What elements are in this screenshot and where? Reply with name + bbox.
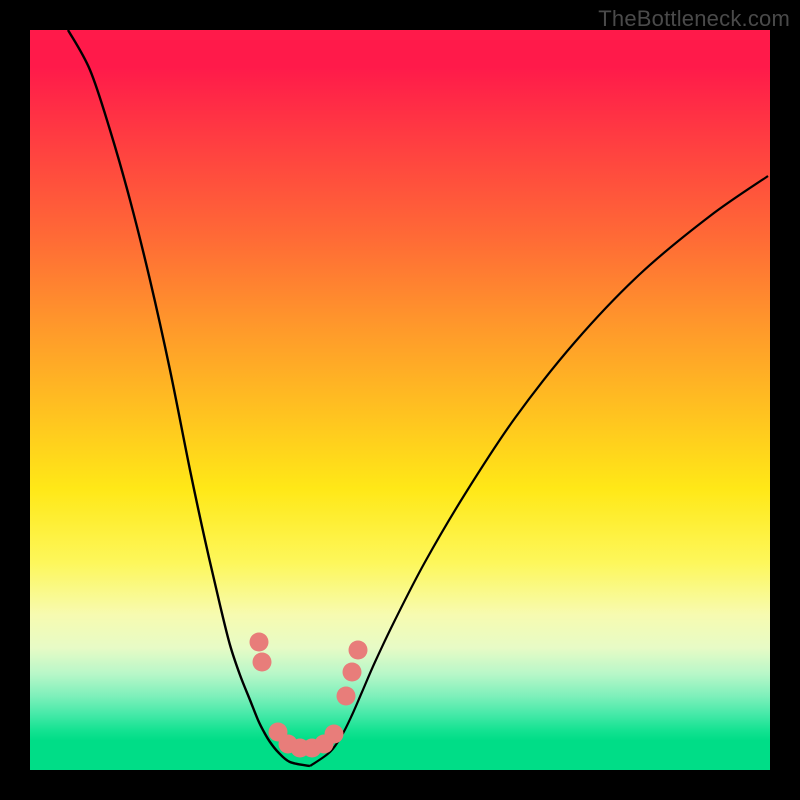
plot-frame <box>30 30 770 770</box>
left-curve <box>68 30 310 766</box>
marker-point <box>250 633 269 652</box>
marker-point <box>337 687 356 706</box>
curve-layer <box>30 30 770 770</box>
marker-point <box>349 641 368 660</box>
right-curve <box>310 176 768 766</box>
watermark-text: TheBottleneck.com <box>598 6 790 32</box>
marker-point <box>325 725 344 744</box>
marker-point <box>253 653 272 672</box>
marker-point <box>343 663 362 682</box>
